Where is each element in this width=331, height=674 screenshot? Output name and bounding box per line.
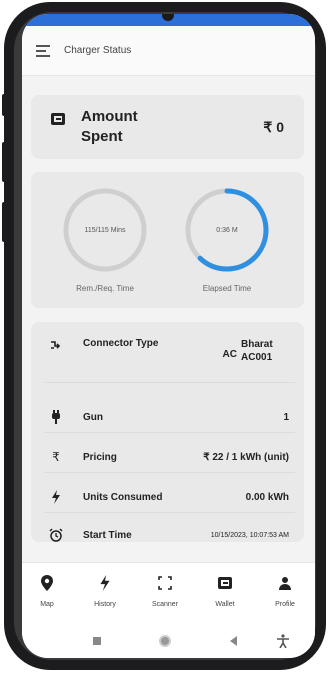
gun-icon (49, 410, 63, 424)
elapsed-time-value: 0:36 M (216, 226, 238, 234)
square-icon[interactable] (90, 634, 104, 648)
person-icon (277, 575, 293, 591)
nav-item-wallet[interactable]: Wallet (200, 575, 250, 608)
nav-item-profile[interactable]: Profile (260, 575, 310, 608)
connector-icon (49, 338, 63, 352)
side-button (2, 94, 6, 116)
divider (45, 472, 295, 473)
nav-label: Map (40, 601, 54, 608)
detail-value: 0.00 kWh (245, 491, 289, 503)
rupee-icon: ₹ (52, 450, 60, 464)
detail-value: ₹ 22 / 1 kWh (unit) (203, 451, 289, 463)
detail-value: 1 (283, 411, 289, 423)
remaining-time-label: Rem./Req. Time (76, 284, 134, 293)
home-circle-icon[interactable] (158, 634, 172, 648)
menu-icon[interactable] (36, 44, 50, 57)
amount-label: Amount Spent (81, 108, 138, 145)
detail-label: Start Time (83, 529, 132, 541)
divider (45, 382, 295, 383)
app-header: Charger Status (22, 26, 315, 76)
connector-prefix: AC (222, 348, 237, 360)
back-triangle-icon[interactable] (226, 634, 240, 648)
divider (45, 432, 295, 433)
alarm-clock-icon (49, 528, 63, 542)
detail-row-units: Units Consumed 0.00 kWh (49, 490, 289, 504)
bolt-icon (49, 490, 63, 504)
detail-row-pricing: ₹ Pricing ₹ 22 / 1 kWh (unit) (49, 450, 289, 464)
details-card: Connector Type AC Bharat AC001 Gun 1 ₹ P… (31, 322, 304, 542)
time-card: 115/115 Mins Rem./Req. Time 0:36 M Elaps… (31, 172, 304, 308)
detail-label: Units Consumed (83, 491, 163, 503)
bottom-nav: Map History Scanner Wallet Profile (22, 562, 315, 624)
wallet-icon (51, 113, 65, 125)
side-button (2, 142, 6, 182)
detail-row-start-time: Start Time 10/15/2023, 10:07:53 AM (49, 528, 289, 542)
connector-type-value: Bharat AC001 (241, 339, 273, 363)
divider (45, 512, 295, 513)
remaining-time-value: 115/115 Mins (84, 226, 126, 234)
detail-label: Connector Type (83, 338, 159, 349)
wallet-icon (217, 575, 233, 591)
detail-row-gun: Gun 1 (49, 410, 289, 424)
nav-item-scanner[interactable]: Scanner (140, 575, 190, 608)
nav-label: Wallet (215, 601, 235, 608)
detail-value: 10/15/2023, 10:07:53 AM (210, 531, 289, 539)
detail-value: AC Bharat AC001 (223, 338, 289, 364)
detail-label: Gun (83, 411, 103, 423)
nav-label: Profile (275, 601, 295, 608)
nav-label: History (94, 601, 116, 608)
accessibility-icon[interactable] (276, 634, 290, 648)
elapsed-time-label: Elapsed Time (202, 284, 252, 293)
nav-label: Scanner (151, 601, 179, 608)
scan-icon (157, 575, 173, 591)
system-nav-bar (22, 624, 315, 658)
app-screen: Charger Status Amount Spent ₹ 0 115/115 … (22, 14, 315, 658)
detail-row-connector: Connector Type AC Bharat AC001 (49, 338, 289, 364)
amount-value: ₹ 0 (263, 118, 284, 135)
bolt-icon (97, 575, 113, 591)
nav-item-history[interactable]: History (80, 575, 130, 608)
page-title: Charger Status (64, 45, 132, 56)
location-pin-icon (39, 575, 55, 591)
amount-card: Amount Spent ₹ 0 (31, 95, 304, 159)
detail-label: Pricing (83, 451, 117, 463)
nav-item-map[interactable]: Map (22, 575, 72, 608)
side-button (2, 202, 6, 242)
